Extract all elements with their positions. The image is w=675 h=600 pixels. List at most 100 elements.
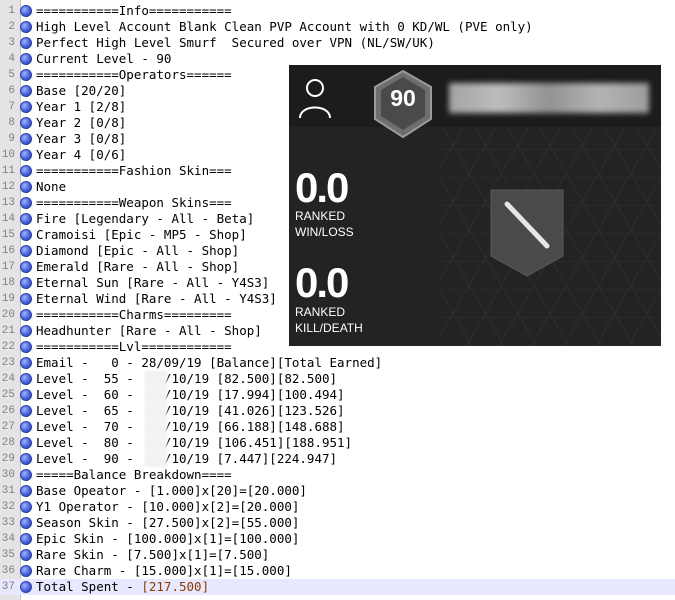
- line-number: 10: [1, 149, 15, 161]
- bookmark-circle-icon[interactable]: [20, 485, 32, 497]
- line-text: None: [36, 179, 67, 194]
- editor-line[interactable]: 30 =====Balance Breakdown====: [0, 467, 675, 483]
- total-spent-label: Total Spent -: [36, 579, 142, 594]
- line-number: 23: [1, 357, 15, 369]
- line-text: Rare Charm - [15.000]x[1]=[15.000]: [36, 563, 292, 578]
- line-text: Level - 80 - /10/19 [106.451][188.951]: [36, 435, 353, 450]
- line-text: Year 2 [0/8]: [36, 115, 127, 130]
- bookmark-circle-icon[interactable]: [20, 421, 32, 433]
- bookmark-circle-icon[interactable]: [20, 549, 32, 561]
- bookmark-circle-icon[interactable]: [20, 277, 32, 289]
- editor-line[interactable]: 25 Level - 60 - /10/19 [17.994][100.494]: [0, 387, 675, 403]
- bookmark-circle-icon[interactable]: [20, 117, 32, 129]
- line-text: Base Opeator - [1.000]x[20]=[20.000]: [36, 483, 307, 498]
- line-number: 6: [8, 85, 15, 97]
- editor-line[interactable]: 23 Email - 0 - 28/09/19 [Balance][Total E…: [0, 355, 675, 371]
- line-number: 3: [8, 37, 15, 49]
- bookmark-circle-icon[interactable]: [20, 293, 32, 305]
- line-text: Diamond [Epic - All - Shop]: [36, 243, 240, 258]
- bookmark-circle-icon[interactable]: [20, 197, 32, 209]
- bookmark-circle-icon[interactable]: [20, 165, 32, 177]
- bookmark-circle-icon[interactable]: [20, 453, 32, 465]
- bookmark-circle-icon[interactable]: [20, 133, 32, 145]
- bookmark-circle-icon[interactable]: [20, 181, 32, 193]
- bookmark-circle-icon[interactable]: [20, 37, 32, 49]
- line-number: 28: [1, 437, 15, 449]
- line-text: Eternal Wind [Rare - All - Y4S3]: [36, 291, 277, 306]
- line-text: High Level Account Blank Clean PVP Accou…: [36, 19, 533, 34]
- rank-emblem-icon: [490, 189, 564, 277]
- bookmark-circle-icon[interactable]: [20, 5, 32, 17]
- bookmark-circle-icon[interactable]: [20, 261, 32, 273]
- line-text: Fire [Legendary - All - Beta]: [36, 211, 255, 226]
- editor-line[interactable]: 33 Season Skin - [27.500]x[2]=[55.000]: [0, 515, 675, 531]
- editor-line[interactable]: 2 High Level Account Blank Clean PVP Acco…: [0, 19, 675, 35]
- redaction-blur: [145, 419, 167, 435]
- line-number: 24: [1, 373, 15, 385]
- line-text: ===========Weapon Skins===: [36, 195, 232, 210]
- bookmark-circle-icon[interactable]: [20, 101, 32, 113]
- line-number: 35: [1, 549, 15, 561]
- bookmark-circle-icon[interactable]: [20, 565, 32, 577]
- line-text: Current Level - 90: [36, 51, 172, 66]
- editor-line[interactable]: 28 Level - 80 - /10/19 [106.451][188.951]: [0, 435, 675, 451]
- line-number: 20: [1, 309, 15, 321]
- bookmark-circle-icon[interactable]: [20, 85, 32, 97]
- rank-level: 90: [390, 85, 416, 111]
- editor-line[interactable]: 1 ===========Info===========: [0, 3, 675, 19]
- win-loss-label-2: WIN/LOSS: [295, 225, 354, 239]
- line-number: 15: [1, 229, 15, 241]
- bookmark-circle-icon[interactable]: [20, 309, 32, 321]
- editor-line[interactable]: 36 Rare Charm - [15.000]x[1]=[15.000]: [0, 563, 675, 579]
- editor-line[interactable]: 3 Perfect High Level Smurf Secured over V…: [0, 35, 675, 51]
- editor-line[interactable]: 24 Level - 55 - /10/19 [82.500][82.500]: [0, 371, 675, 387]
- bookmark-circle-icon[interactable]: [20, 21, 32, 33]
- bookmark-circle-icon[interactable]: [20, 229, 32, 241]
- line-text: Level - 60 - /10/19 [17.994][100.494]: [36, 387, 345, 402]
- editor-line[interactable]: 37 Total Spent - [217.500]: [0, 579, 675, 595]
- line-text: Y1 Operator - [10.000]x[2]=[20.000]: [36, 499, 300, 514]
- bookmark-circle-icon[interactable]: [20, 245, 32, 257]
- bookmark-circle-icon[interactable]: [20, 405, 32, 417]
- bookmark-circle-icon[interactable]: [20, 389, 32, 401]
- line-number: 21: [1, 325, 15, 337]
- line-number: 4: [8, 53, 15, 65]
- editor-line[interactable]: 29 Level - 90 - /10/19 [7.447][224.947]: [0, 451, 675, 467]
- bookmark-circle-icon[interactable]: [20, 69, 32, 81]
- line-number: 31: [1, 485, 15, 497]
- bookmark-circle-icon[interactable]: [20, 213, 32, 225]
- line-text: Season Skin - [27.500]x[2]=[55.000]: [36, 515, 300, 530]
- line-text: Rare Skin - [7.500]x[1]=[7.500]: [36, 547, 270, 562]
- editor-line[interactable]: 31 Base Opeator - [1.000]x[20]=[20.000]: [0, 483, 675, 499]
- editor-line[interactable]: 34 Epic Skin - [100.000]x[1]=[100.000]: [0, 531, 675, 547]
- redaction-blur: [145, 403, 167, 419]
- line-number: 13: [1, 197, 15, 209]
- bookmark-circle-icon[interactable]: [20, 517, 32, 529]
- line-number: 2: [8, 21, 15, 33]
- bookmark-circle-icon[interactable]: [20, 373, 32, 385]
- bookmark-circle-icon[interactable]: [20, 53, 32, 65]
- kill-death-label-2: KILL/DEATH: [295, 321, 363, 335]
- editor-line[interactable]: 26 Level - 65 - /10/19 [41.026][123.526]: [0, 403, 675, 419]
- bookmark-circle-icon[interactable]: [20, 501, 32, 513]
- bookmark-circle-icon[interactable]: [20, 469, 32, 481]
- bookmark-circle-icon[interactable]: [20, 149, 32, 161]
- bookmark-circle-icon[interactable]: [20, 437, 32, 449]
- line-text: Eternal Sun [Rare - All - Y4S3]: [36, 275, 270, 290]
- editor-line[interactable]: 35 Rare Skin - [7.500]x[1]=[7.500]: [0, 547, 675, 563]
- editor-line[interactable]: 32 Y1 Operator - [10.000]x[2]=[20.000]: [0, 499, 675, 515]
- blurred-username: [449, 83, 649, 113]
- bookmark-circle-icon[interactable]: [20, 325, 32, 337]
- line-text: Year 3 [0/8]: [36, 131, 127, 146]
- line-text: ===========Operators======: [36, 67, 232, 82]
- line-text: Perfect High Level Smurf Secured over VP…: [36, 35, 435, 50]
- redaction-blur: [145, 451, 167, 467]
- bookmark-circle-icon[interactable]: [20, 533, 32, 545]
- line-number: 8: [8, 117, 15, 129]
- bookmark-circle-icon[interactable]: [20, 341, 32, 353]
- line-text: Level - 65 - /10/19 [41.026][123.526]: [36, 403, 345, 418]
- bookmark-circle-icon[interactable]: [20, 581, 32, 593]
- editor-line[interactable]: 27 Level - 70 - /10/19 [66.188][148.688]: [0, 419, 675, 435]
- user-profile-icon: [299, 79, 331, 119]
- bookmark-circle-icon[interactable]: [20, 357, 32, 369]
